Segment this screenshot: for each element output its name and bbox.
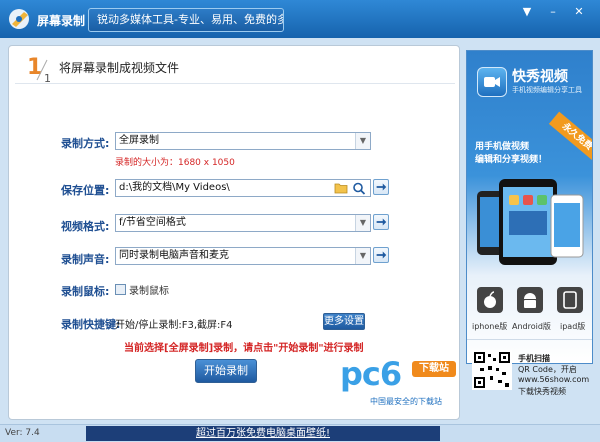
step-number: 1 xyxy=(27,55,42,80)
ipad-icon[interactable] xyxy=(557,287,583,313)
menu-down-icon[interactable]: ▼ xyxy=(518,4,536,20)
audio-value: 同时录制电脑声音和麦克 xyxy=(119,250,229,261)
app-logo-icon xyxy=(9,9,29,29)
open-folder-arrow-icon[interactable] xyxy=(373,179,389,195)
mode-select[interactable]: 全屏录制 ▼ xyxy=(115,132,371,150)
ipad-version-label[interactable]: ipad版 xyxy=(560,321,585,332)
ad-subtitle: 手机视频编辑分享工具 xyxy=(512,86,582,94)
more-settings-button[interactable]: 更多设置 xyxy=(323,313,365,330)
mouse-label: 录制鼠标: xyxy=(61,285,110,298)
free-ribbon: 永久免费 xyxy=(548,111,592,163)
minimize-icon[interactable]: – xyxy=(544,4,562,20)
audio-label: 录制声音: xyxy=(61,253,110,266)
record-mouse-checkbox[interactable] xyxy=(115,284,126,295)
video-camera-icon xyxy=(484,77,500,87)
audio-select[interactable]: 同时录制电脑声音和麦克 ▼ xyxy=(115,247,371,265)
size-note: 录制的大小为：1680 x 1050 xyxy=(115,158,235,168)
hotkey-label: 录制快捷键: xyxy=(61,318,121,331)
wallpaper-banner-link[interactable]: 超过百万张免费电脑桌面壁纸! xyxy=(86,426,440,441)
panel-header: 将屏幕录制成视频文件 xyxy=(59,61,180,75)
record-mouse-checkbox-label[interactable]: 录制鼠标 xyxy=(129,282,169,297)
save-path-value: d:\我的文档\My Videos\ xyxy=(119,182,230,193)
title-bar: 屏幕录制 锐动多媒体工具-专业、易用、免费的多媒体工具 ▼ – ✕ xyxy=(0,0,600,38)
side-advertisement[interactable]: 快秀视频 手机视频编辑分享工具 永久免费 用手机做视频 编辑和分享视频！ iph… xyxy=(466,50,593,364)
save-label: 保存位置: xyxy=(61,184,110,197)
close-icon[interactable]: ✕ xyxy=(570,4,588,20)
qr-line-4: 下载快秀视频 xyxy=(518,387,566,396)
qr-line-2: QR Code，开启 xyxy=(518,365,577,374)
android-icon[interactable] xyxy=(517,287,543,313)
ad-divider xyxy=(467,339,592,340)
android-version-label[interactable]: Android版 xyxy=(512,321,551,332)
watermark-badge: 下载站 xyxy=(412,361,456,377)
format-label: 视频格式: xyxy=(61,220,110,233)
iphone-version-label[interactable]: iphone版 xyxy=(472,321,507,332)
apple-icon[interactable] xyxy=(477,287,503,313)
qr-line-3[interactable]: www.56show.com xyxy=(518,375,589,384)
qr-line-1: 手机扫描 xyxy=(518,354,550,363)
version-label: Ver: 7.4 xyxy=(5,428,40,438)
chevron-down-icon[interactable]: ▼ xyxy=(355,248,370,264)
ad-tagline-1: 用手机做视频 xyxy=(475,142,530,152)
pc6-watermark: pc6 下载站 中国最安全的下载站 xyxy=(340,355,480,410)
search-icon[interactable] xyxy=(352,182,366,195)
mode-label: 录制方式: xyxy=(61,137,110,150)
header-divider xyxy=(15,83,455,84)
ad-title: 快秀视频 xyxy=(512,69,568,85)
watermark-tagline: 中国最安全的下载站 xyxy=(370,397,442,406)
ad-tagline-2: 编辑和分享视频！ xyxy=(475,155,548,165)
mode-value: 全屏录制 xyxy=(119,135,159,146)
chevron-down-icon[interactable]: ▼ xyxy=(355,215,370,231)
status-bar: Ver: 7.4 超过百万张免费电脑桌面壁纸! xyxy=(0,424,600,442)
format-value: f/节省空间格式 xyxy=(119,217,186,228)
app-promo-logo-icon xyxy=(477,67,507,97)
hotkey-value: 开始/停止录制:F3,截屏:F4 xyxy=(115,320,233,331)
slogan-banner[interactable]: 锐动多媒体工具-专业、易用、免费的多媒体工具 xyxy=(88,8,284,32)
step-indicator-icon: 1 1 xyxy=(27,55,51,85)
watermark-logo: pc6 xyxy=(340,355,402,393)
folder-icon[interactable] xyxy=(334,182,348,194)
save-path-field[interactable]: d:\我的文档\My Videos\ xyxy=(115,179,371,197)
audio-settings-arrow-icon[interactable] xyxy=(373,247,389,263)
format-settings-arrow-icon[interactable] xyxy=(373,214,389,230)
start-recording-button[interactable]: 开始录制 xyxy=(195,359,257,383)
banner-text[interactable]: 超过百万张免费电脑桌面壁纸! xyxy=(196,428,330,439)
hint-text: 当前选择[全屏录制]录制，请点击"开始录制"进行录制 xyxy=(124,343,364,354)
chevron-down-icon[interactable]: ▼ xyxy=(355,133,370,149)
format-select[interactable]: f/节省空间格式 ▼ xyxy=(115,214,371,232)
phones-illustration xyxy=(477,179,584,265)
app-title: 屏幕录制 xyxy=(37,14,86,28)
